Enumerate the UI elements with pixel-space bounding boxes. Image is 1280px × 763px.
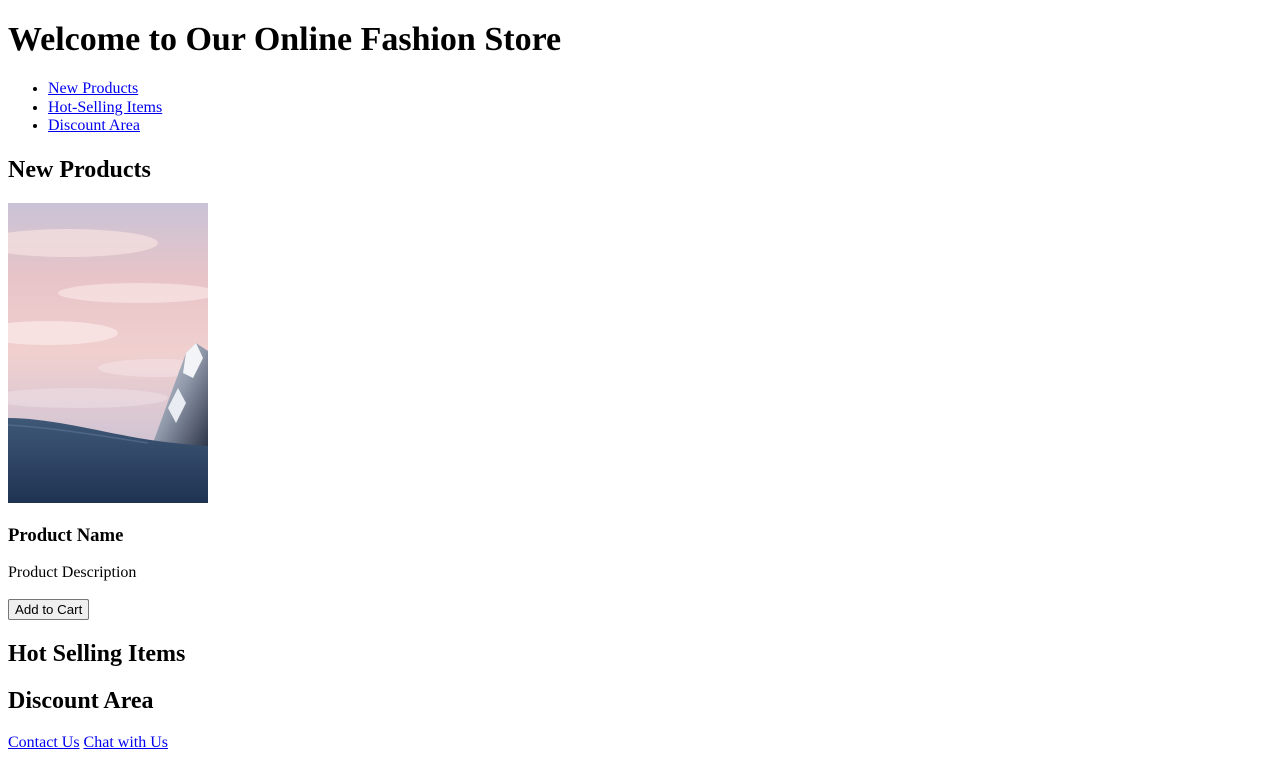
new-products-heading: New Products	[8, 156, 151, 183]
new-products-section: New Products Product Name Product Descri…	[8, 156, 1272, 620]
hot-selling-section: Hot Selling Items	[8, 640, 1272, 668]
main-content: New Products Product Name Product Descri…	[8, 156, 1272, 715]
site-footer: Contact Us Chat with Us	[8, 734, 1272, 752]
product-image[interactable]	[8, 202, 208, 503]
nav-link-hot-selling-items[interactable]: Hot-Selling Items	[48, 99, 162, 116]
add-to-cart-button[interactable]: Add to Cart	[8, 598, 90, 620]
nav-item: Hot-Selling Items	[48, 99, 1272, 118]
product-name: Product Name	[8, 524, 124, 546]
nav-item: New Products	[48, 80, 1272, 99]
main-nav: New Products Hot-Selling Items Discount …	[8, 80, 1272, 136]
nav-item: Discount Area	[48, 117, 1272, 136]
discount-section: Discount Area	[8, 687, 1272, 715]
site-header: Welcome to Our Online Fashion Store New …	[8, 20, 1272, 136]
chat-with-us-link[interactable]: Chat with Us	[84, 734, 168, 751]
product-description: Product Description	[8, 563, 137, 581]
discount-heading: Discount Area	[8, 687, 154, 714]
nav-link-new-products[interactable]: New Products	[48, 80, 138, 97]
product-card: Product Name Product Description Add to …	[8, 202, 1272, 620]
page-title: Welcome to Our Online Fashion Store	[8, 21, 562, 58]
nav-list: New Products Hot-Selling Items Discount …	[8, 80, 1272, 136]
hot-selling-heading: Hot Selling Items	[8, 640, 186, 667]
nav-link-discount-area[interactable]: Discount Area	[48, 117, 140, 134]
contact-us-link[interactable]: Contact Us	[8, 734, 80, 751]
